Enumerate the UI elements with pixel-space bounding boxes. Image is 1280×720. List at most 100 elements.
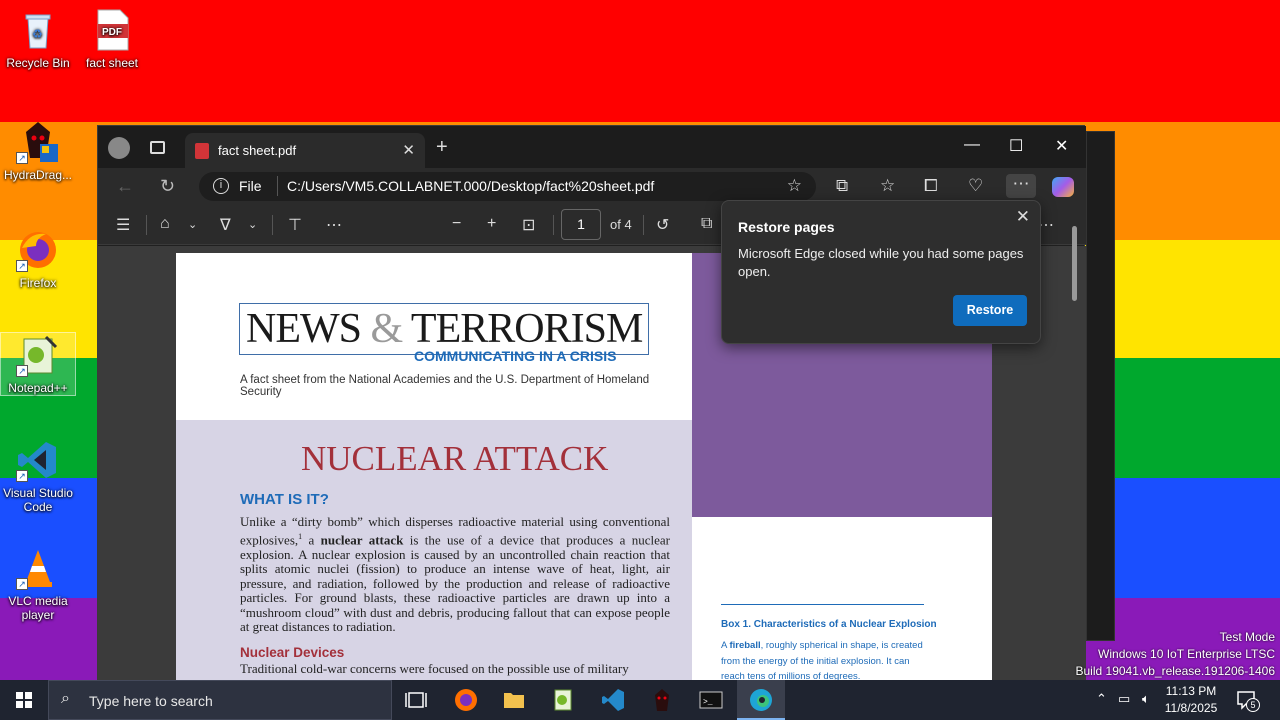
chevron-down-icon[interactable]: ⌄	[248, 218, 257, 231]
minimize-button[interactable]: —	[964, 136, 980, 154]
profile-avatar[interactable]	[108, 137, 130, 159]
volume-icon[interactable]: 🔈︎	[1142, 691, 1150, 707]
divider	[643, 215, 644, 235]
pdf-badge: PDF	[102, 27, 122, 38]
text-icon[interactable]: ⊤	[288, 215, 302, 235]
desktop-icon-vlc[interactable]: ↗ VLC media player	[0, 546, 76, 622]
url-text[interactable]: C:/Users/VM5.COLLABNET.000/Desktop/fact%…	[287, 178, 654, 194]
clock[interactable]: 11:13 PM 11/8/2025	[1160, 683, 1222, 717]
clock-time: 11:13 PM	[1165, 684, 1217, 698]
file-scheme-label: File	[239, 178, 262, 194]
popup-title: Restore pages	[738, 219, 835, 235]
desktop-icon-label: HydraDrag...	[3, 168, 73, 182]
section-paragraph: Unlike a “dirty bomb” which disperses ra…	[240, 514, 670, 635]
tab-fact-sheet[interactable]: fact sheet.pdf ✕	[185, 133, 425, 168]
contents-icon[interactable]: ☰	[116, 215, 130, 235]
firefox-icon: ↗	[16, 228, 60, 272]
action-center-button[interactable]: 5	[1232, 688, 1262, 712]
box-bold-term: fireball	[729, 640, 761, 651]
restore-button[interactable]: Restore	[953, 295, 1027, 326]
split-screen-icon[interactable]: ⧉	[836, 176, 848, 196]
box-text: A fireball, roughly spherical in shape, …	[721, 638, 926, 681]
browser-essentials-icon[interactable]: ♡	[968, 176, 983, 196]
page-number-input[interactable]: 1	[561, 209, 601, 240]
shortcut-arrow-icon: ↗	[16, 470, 28, 482]
close-icon[interactable]: ✕	[1016, 207, 1030, 227]
bold-term: nuclear attack	[320, 531, 404, 547]
zoom-in-icon[interactable]: +	[487, 215, 496, 233]
favorite-star-icon[interactable]: ☆	[787, 176, 802, 196]
collections-icon[interactable]: ⧠	[924, 176, 938, 196]
shortcut-arrow-icon: ↗	[16, 152, 28, 164]
highlight-icon[interactable]: ⌂	[160, 215, 170, 233]
task-view-button[interactable]	[392, 680, 440, 720]
taskbar-hydradragon[interactable]	[638, 680, 686, 720]
more-tools-icon[interactable]: ⋯	[326, 215, 342, 235]
draw-icon[interactable]: ∇	[220, 215, 231, 235]
settings-more-icon[interactable]: ⋯	[1006, 174, 1036, 198]
paragraph-text: a	[302, 531, 321, 547]
taskbar-edge[interactable]	[737, 680, 785, 720]
shortcut-arrow-icon: ↗	[16, 365, 28, 377]
page-view-icon[interactable]: ⧉	[701, 215, 712, 233]
chevron-down-icon[interactable]: ⌄	[188, 218, 197, 231]
zoom-out-icon[interactable]: −	[452, 215, 461, 233]
edge-icon	[750, 689, 772, 711]
maximize-button[interactable]: ☐	[1009, 136, 1023, 156]
taskbar-search-box[interactable]: ⌕ Type here to search	[48, 680, 392, 720]
start-button[interactable]	[0, 680, 48, 720]
restore-pages-popup: Restore pages ✕ Microsoft Edge closed wh…	[721, 200, 1041, 344]
taskbar-terminal[interactable]: >_	[687, 680, 735, 720]
tab-title: fact sheet.pdf	[218, 143, 297, 158]
desktop-icon-label: Recycle Bin	[6, 56, 70, 70]
rotate-icon[interactable]: ↺	[656, 215, 669, 235]
popup-message: Microsoft Edge closed while you had some…	[738, 246, 1024, 279]
taskbar-vscode[interactable]	[589, 680, 637, 720]
network-icon[interactable]: ▭	[1118, 691, 1130, 707]
logo-ampersand: &	[370, 306, 404, 352]
background-window	[1086, 131, 1115, 641]
shortcut-arrow-icon: ↗	[16, 578, 28, 590]
taskbar-firefox[interactable]	[442, 680, 490, 720]
tab-actions-icon[interactable]	[150, 141, 165, 154]
taskbar: ⌕ Type here to search >_ ⌃ ▭ 🔈︎ 11:13 PM…	[0, 680, 1280, 720]
desktop-icon-firefox[interactable]: ↗ Firefox	[0, 228, 76, 290]
logo-terrorism: TERRORISM	[410, 306, 643, 352]
folder-icon	[504, 693, 524, 708]
notepad-plus-plus-icon: ↗	[16, 333, 60, 377]
fact-sheet-source: A fact sheet from the National Academies…	[240, 374, 650, 398]
task-view-icon	[405, 692, 427, 708]
refresh-icon[interactable]: ↻	[160, 176, 175, 197]
back-icon[interactable]: ←	[116, 176, 134, 197]
taskbar-notepad-plus-plus[interactable]	[539, 680, 587, 720]
info-icon[interactable]: i	[213, 178, 229, 194]
close-tab-icon[interactable]: ✕	[402, 141, 415, 159]
section-title-what-is-it: WHAT IS IT?	[240, 491, 329, 508]
desktop-icon-notepad-plus-plus[interactable]: ↗ Notepad++	[0, 332, 76, 396]
shortcut-arrow-icon: ↗	[16, 260, 28, 272]
vertical-scrollbar[interactable]	[1069, 206, 1079, 681]
page-total: of 4	[610, 217, 632, 232]
desktop-icon-fact-sheet[interactable]: PDF fact sheet	[74, 8, 150, 70]
watermark-line: Windows 10 IoT Enterprise LTSC	[1098, 647, 1275, 661]
copilot-icon[interactable]	[1052, 177, 1074, 197]
divider	[272, 215, 273, 235]
divider	[277, 176, 278, 196]
fit-page-icon[interactable]: ⊡	[522, 215, 535, 235]
desktop-icon-label: Firefox	[19, 276, 57, 290]
close-window-button[interactable]: ✕	[1055, 136, 1068, 156]
taskbar-file-explorer[interactable]	[490, 680, 538, 720]
desktop-icon-recycle-bin[interactable]: ♻ Recycle Bin	[0, 8, 76, 70]
favorites-icon[interactable]: ☆	[880, 176, 895, 196]
clock-date: 11/8/2025	[1164, 701, 1218, 715]
scrollbar-thumb[interactable]	[1072, 226, 1077, 301]
desktop-icon-hydradragon[interactable]: ↗ HydraDrag...	[0, 120, 76, 182]
show-hidden-icons[interactable]: ⌃	[1096, 691, 1107, 707]
firefox-icon	[455, 689, 477, 711]
desktop-icon-vscode[interactable]: ↗ Visual Studio Code	[0, 438, 76, 514]
document-heading: NUCLEAR ATTACK	[301, 439, 609, 478]
address-bar[interactable]: i File C:/Users/VM5.COLLABNET.000/Deskto…	[199, 172, 816, 201]
box-rule	[721, 604, 924, 605]
new-tab-button[interactable]: +	[436, 136, 448, 159]
vscode-icon	[602, 689, 624, 711]
